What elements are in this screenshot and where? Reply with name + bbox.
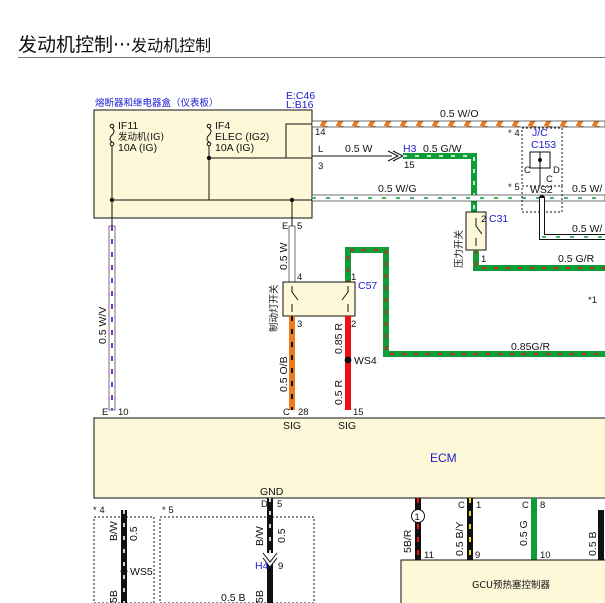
connector-h4-label: H4 [255,560,269,572]
wire-r-05-label: 0.5 R [333,379,345,405]
fuse-box-pin-3: 3 [318,161,323,172]
wire-b-mid-rotated: 5B [254,590,266,603]
ecm-sig-1: SIG [283,420,301,432]
pressure-switch-pin-2: 2 [481,214,486,225]
wire-g-label: 0.5 G [518,520,530,546]
bottom-star-4: * 4 [93,505,105,516]
fuse-box-pin-5: 5 [297,221,302,232]
junction-pin-d: D [553,165,560,176]
wire-b-w-left-size: 0.5 [128,526,140,541]
junction-pin-c: C [524,165,531,176]
ecm-label: ECM [430,451,457,465]
brake-switch-pin-2: 2 [351,319,356,330]
bottom-box-5 [159,516,315,603]
splice-ws2-label: WS2 [530,184,553,196]
wire-b-y-pin-9: 9 [475,550,480,561]
wire-g-r-bottom-label: 0.85G/R [511,341,551,353]
wire-w-brake-label: 0.5 W [278,242,290,270]
gnd-pin-d: D [261,499,268,510]
brake-switch-connector: C57 [358,280,377,292]
ecm-sig-2: SIG [338,420,356,432]
wire-b-y-pin-c: C [458,500,465,511]
wire-g-r-label: 0.5 G/R [558,253,595,265]
brake-switch-body [282,281,356,317]
gcu-label: GCU预热塞控制器 [472,579,550,591]
ecm-pin-e: E [102,407,108,418]
wire-b-w-mid-size: 0.5 [276,528,288,543]
gnd-pin-5: 5 [277,499,282,510]
splice-ws5-label: WS5 [130,566,153,578]
junction-c153-label: C153 [531,139,556,151]
pressure-switch-pin-1: 1 [481,254,486,265]
wire-b-r-pin-11: 11 [424,550,434,561]
splice-ws4-label: WS4 [354,355,377,367]
fuse-if11-rating: 10A (IG) [118,142,157,154]
wire-w-o-label: 0.5 W/O [440,108,479,120]
fuse-box-label: 熔断器和继电器盒（仪表板） [95,97,219,109]
wire-b-r-marker-number: 1 [415,512,420,523]
right-star-1: *1 [588,295,597,306]
ecm-pin-15: 15 [353,407,364,418]
fuse-if11-name: IF11 [118,120,138,132]
splice-ws5-dot [120,567,128,575]
brake-switch-pin-1: 1 [351,272,356,283]
fuse-box-junction-dot-3 [206,155,212,161]
ws2-star-5: * 5 [508,182,520,193]
wire-b-y-pin-1: 1 [476,500,481,511]
wire-right-w-label-2: 0.5 W/ [572,223,602,235]
pressure-switch-label: 压力开关 [453,229,465,268]
wire-g-pin-8: 8 [540,500,545,511]
wire-w-g-label: 0.5 W/G [378,183,417,195]
connector-h4-pin: 9 [278,561,283,572]
wire-g-pin-c: C [522,500,529,511]
wire-b-r-label: 5B/R [402,529,414,553]
wire-b-right-label: 0.5 B [587,531,599,556]
fuse-box-junction-dot [109,197,115,203]
bottom-star-5: * 5 [162,505,174,516]
wire-r-085-label: 0.85 R [333,323,345,354]
wiring-diagram: 熔断器和继电器盒（仪表板） E:C46 L:B16 IF11 发动机(IG) 1… [93,90,605,603]
junction-jc-label: J/C [532,127,548,139]
wire-o-b-label: 0.5 O/B [278,356,290,392]
wire-w-to-h3-label: 0.5 W [345,143,373,155]
brake-switch-label: 制动灯开关 [268,284,280,332]
fuse-box-junction-dot-2 [289,197,295,203]
brake-switch-pin-3: 3 [297,319,302,330]
wire-b-mid-label: 0.5 B [221,592,246,603]
wire-w-v-label: 0.5 W/V [97,307,109,344]
fuse-if4-rating: 10A (IG) [215,142,254,154]
connector-h3-pin: 15 [404,160,415,171]
pressure-switch-connector: C31 [489,213,508,225]
fuse-box-connector-l: L:B16 [286,99,314,111]
wire-b-w-left-label: B/W [108,521,120,541]
ecm-gnd-label: GND [260,486,284,498]
wire-b-y-label: 0.5 B/Y [454,522,466,556]
brake-switch-pin-4: 4 [297,272,302,283]
fuse-box-pin-14: 14 [315,127,326,138]
ecm-pin-10: 10 [118,407,129,418]
wire-b-w-mid-label: B/W [254,526,266,546]
fuse-box-pin-l: L [318,144,323,155]
wire-g-pin-10: 10 [540,550,551,561]
wire-w-o [311,120,605,128]
junction-star-4: * 4 [508,128,520,139]
splice-ws4-dot [344,356,352,364]
ecm-pin-c: C [283,407,290,418]
fuse-box-pin-e: E [282,221,288,232]
junction-dot [538,158,542,162]
wire-b-left-label: 5B [108,590,120,603]
ecm-pin-28: 28 [298,407,309,418]
wire-right-w-label: 0.5 W/ [572,183,602,195]
wire-g [531,498,537,560]
